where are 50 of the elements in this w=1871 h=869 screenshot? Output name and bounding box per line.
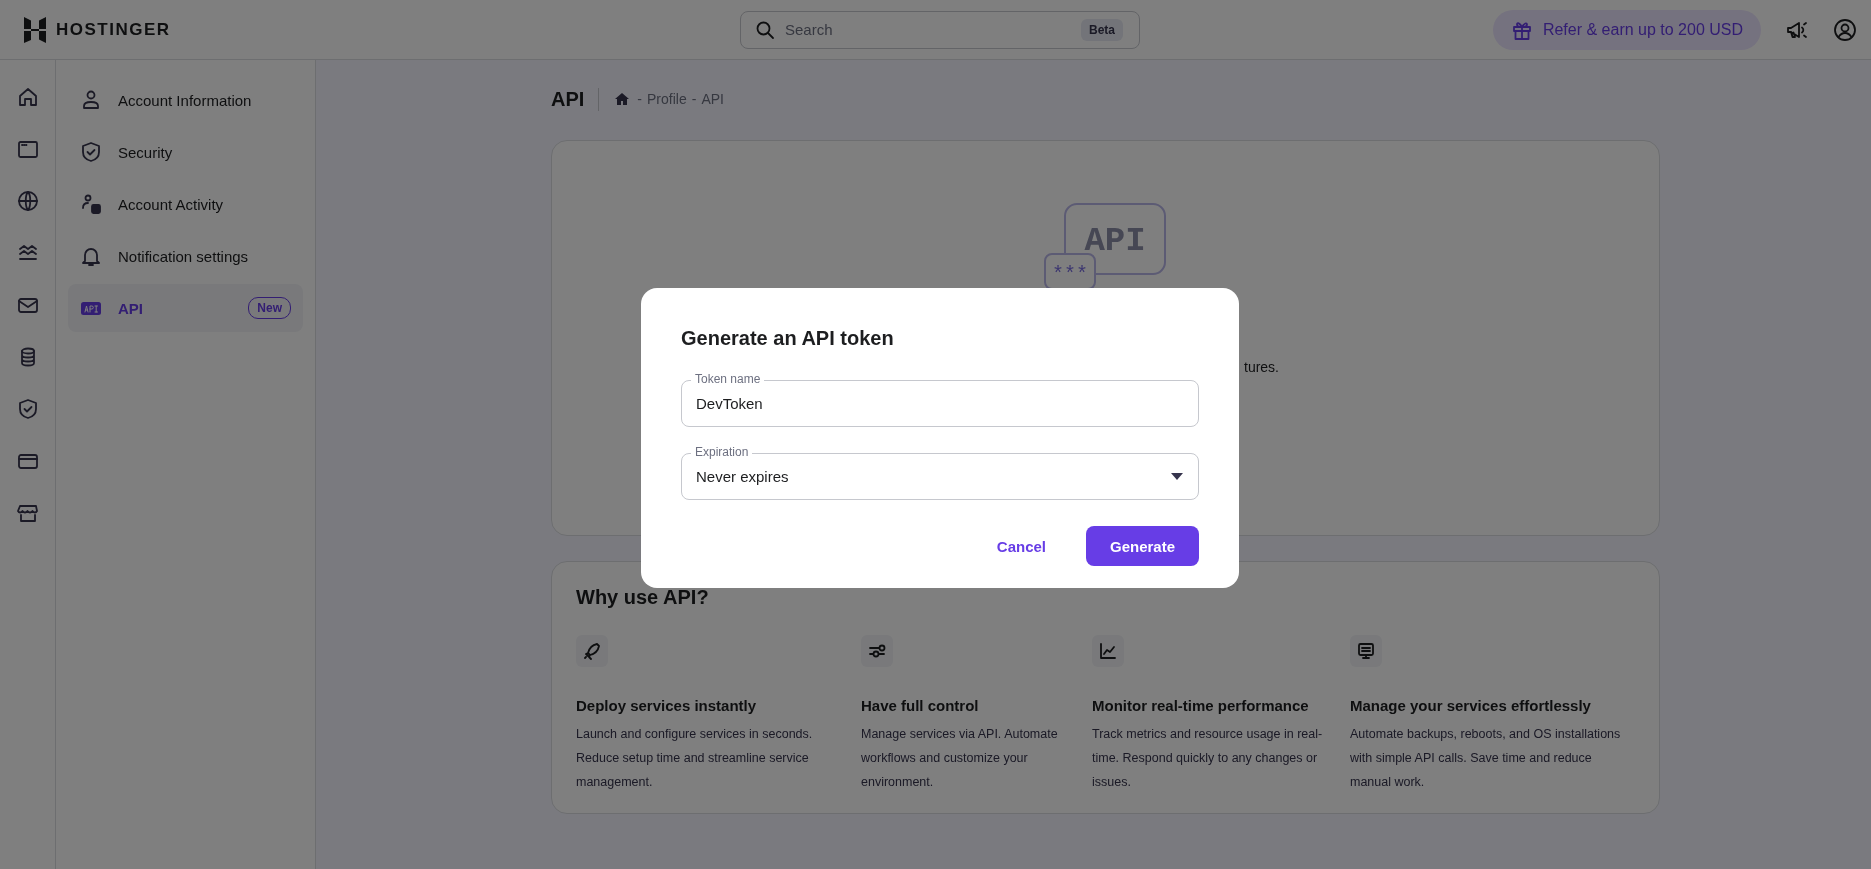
dialog-title: Generate an API token	[681, 326, 895, 351]
browser-window-icon[interactable]	[16, 138, 39, 160]
bell-icon	[80, 245, 102, 267]
menu-item[interactable]: Notification settings	[68, 232, 303, 280]
menu-item[interactable]: Security	[68, 128, 303, 176]
search-field[interactable]: Search Beta	[740, 10, 1140, 49]
sliders-icon	[868, 642, 886, 660]
menu-item[interactable]: Account Information	[68, 76, 303, 124]
logo-icon[interactable]	[22, 15, 48, 44]
feature-title: Manage your services effortlessly	[1350, 697, 1592, 714]
field-label: Token name	[691, 372, 765, 386]
description-text: tures.	[1244, 359, 1279, 375]
breadcrumb-link[interactable]: Profile	[647, 91, 687, 107]
user-icon[interactable]	[1833, 17, 1857, 42]
breadcrumb-link[interactable]: API	[701, 91, 724, 107]
home-icon[interactable]	[16, 86, 39, 108]
feature-description: Track metrics and resource usage in real-time. Respond quickly to any changes or issues.	[1092, 726, 1324, 791]
person-info-icon	[80, 193, 102, 215]
generate-button[interactable]: Generate	[1086, 526, 1199, 566]
cancel-button[interactable]: Cancel	[988, 526, 1054, 566]
new-badge: New	[248, 297, 291, 319]
feature-title: Monitor real-time performance	[1092, 697, 1310, 714]
breadcrumb-separator: -	[637, 91, 642, 107]
input-field[interactable]: Token name DevToken	[681, 372, 1199, 427]
beta-badge: Beta	[1081, 18, 1123, 41]
feature-description: Launch and configure services in seconds. Reduce setup time and streamline service management.	[576, 726, 814, 791]
feature-description: Automate backups, reboots, and OS installations with simple API calls. Save time and reduce manual work.	[1350, 726, 1622, 791]
monitor-icon	[1357, 642, 1375, 660]
breadcrumb-separator: -	[691, 91, 697, 107]
shield-check-icon[interactable]	[16, 398, 39, 420]
menu-item[interactable]: API New	[68, 284, 303, 332]
search-icon	[755, 19, 775, 40]
store-icon[interactable]	[16, 502, 39, 524]
dropdown[interactable]: Expiration Never expires	[681, 445, 1199, 500]
person-icon	[80, 89, 102, 111]
refer-button[interactable]: Refer & earn up to 200 USD	[1492, 9, 1761, 50]
feature-title: Deploy services instantly	[576, 697, 758, 714]
menu-item[interactable]: Account Activity	[68, 180, 303, 228]
logo-text: HOSTINGER	[56, 19, 171, 40]
page-title: API	[551, 87, 600, 111]
feature-title: Have full control	[861, 697, 980, 714]
section-title: Why use API?	[576, 586, 710, 609]
caret-icon	[1171, 473, 1183, 480]
feature-description: Manage services via API. Automate workflows and customize your environment.	[861, 726, 1059, 791]
field-label: Expiration	[691, 445, 753, 459]
search-placeholder: Search	[785, 21, 834, 38]
globe-icon[interactable]	[16, 190, 39, 212]
chart-icon	[1099, 642, 1117, 660]
shield-check-icon	[80, 141, 102, 163]
text-input[interactable]: DevToken	[696, 395, 1183, 412]
